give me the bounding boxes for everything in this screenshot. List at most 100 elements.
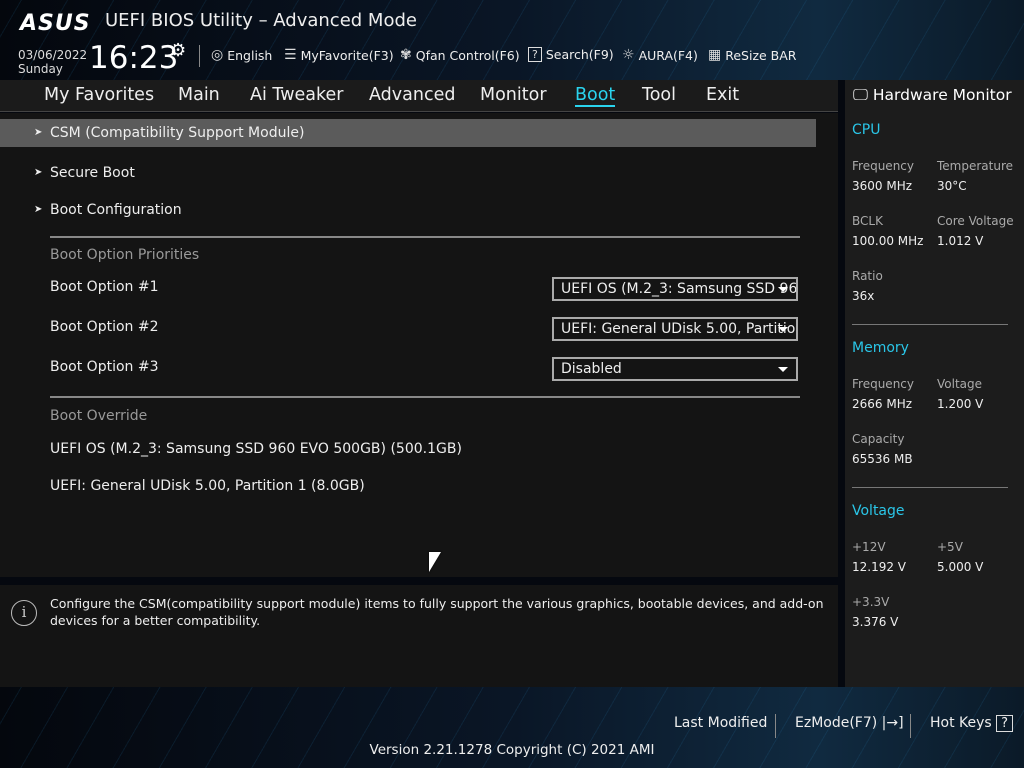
label: English [227, 47, 273, 63]
asus-logo: ASUS [20, 11, 91, 36]
memory-frequency: 2666 MHz [852, 397, 913, 411]
boot-override-item[interactable]: UEFI: General UDisk 5.00, Partition 1 (8… [50, 478, 365, 494]
search-button[interactable]: ? Search(F9) [528, 47, 614, 62]
cpu-core-voltage: 1.012 V [937, 234, 984, 248]
info-icon: i [11, 600, 37, 626]
hardware-monitor: 🖵 Hardware Monitor CPU Frequency Tempera… [845, 80, 1024, 687]
label: Hardware Monitor [872, 86, 1012, 104]
menu-boot-configuration[interactable]: ➤ Boot Configuration [0, 196, 816, 224]
aura-button[interactable]: ☼ AURA(F4) [622, 47, 698, 63]
label: Search(F9) [545, 47, 614, 62]
help-text: Configure the CSM(compatibility support … [50, 596, 824, 628]
memory-header: Memory [852, 340, 909, 356]
cpu-bclk: 100.00 MHz [852, 234, 924, 248]
cpu-temperature: 30°C [937, 179, 967, 193]
label: Capacity [852, 432, 905, 446]
label: MyFavorite(F3) [300, 47, 394, 63]
tab-main[interactable]: Main [178, 85, 220, 105]
arrow-right-icon: ➤ [34, 127, 43, 138]
divider [50, 236, 800, 238]
language-button[interactable]: ◎ English [211, 47, 272, 63]
day: Sunday [18, 62, 63, 76]
label: Frequency [852, 377, 914, 391]
cpu-frequency: 3600 MHz [852, 179, 913, 193]
boot-option-2-select[interactable]: UEFI: General UDisk 5.00, Partition 1 (8… [552, 317, 798, 341]
cpu-ratio: 36x [852, 289, 875, 303]
resize-bar-button[interactable]: ▦ ReSize BAR [708, 47, 797, 63]
tab-ai-tweaker[interactable]: Ai Tweaker [250, 85, 343, 105]
hardware-monitor-title: 🖵 Hardware Monitor [853, 86, 1012, 105]
divider [852, 324, 1008, 325]
resize-bar-icon: ▦ [708, 47, 722, 63]
myfavorite-button[interactable]: ☰ MyFavorite(F3) [284, 47, 394, 63]
memory-capacity: 65536 MB [852, 452, 913, 466]
label: Frequency [852, 159, 914, 173]
globe-icon: ◎ [211, 47, 224, 63]
value: Disabled [561, 361, 622, 377]
boot-option-1-select[interactable]: UEFI OS (M.2_3: Samsung SSD 960 EVO 500G… [552, 277, 798, 301]
label: EzMode(F7) [795, 715, 878, 731]
version-text: Version 2.21.1278 Copyright (C) 2021 AMI [369, 742, 655, 758]
boot-override-header: Boot Override [50, 408, 148, 424]
help-panel: i Configure the CSM(compatibility suppor… [0, 585, 838, 687]
aura-light-icon: ☼ [622, 47, 635, 63]
label: +5V [937, 540, 963, 554]
label: Ratio [852, 269, 883, 283]
date: 03/06/2022 [18, 48, 88, 62]
divider [199, 45, 200, 67]
boot-option-3-label: Boot Option #3 [50, 359, 159, 375]
label: Temperature [937, 159, 1014, 173]
divider [50, 396, 800, 398]
label: BCLK [852, 214, 883, 228]
ezmode-button[interactable]: EzMode(F7) |→] [795, 715, 904, 731]
menu-csm[interactable]: ➤ CSM (Compatibility Support Module) [0, 119, 816, 147]
tab-boot[interactable]: Boot [575, 85, 616, 107]
voltage-header: Voltage [852, 503, 905, 519]
boot-override-item[interactable]: UEFI OS (M.2_3: Samsung SSD 960 EVO 500G… [50, 441, 462, 457]
tab-exit[interactable]: Exit [706, 85, 739, 105]
boot-option-3-select[interactable]: Disabled [552, 357, 798, 381]
tab-my-favorites[interactable]: My Favorites [44, 85, 154, 105]
help-icon: ? [996, 715, 1014, 732]
boot-priorities-header: Boot Option Priorities [50, 247, 200, 263]
divider [852, 487, 1008, 488]
label: AURA(F4) [638, 47, 698, 63]
gear-icon[interactable]: ⚙ [170, 40, 186, 61]
search-help-icon: ? [528, 47, 542, 62]
qfan-control-button[interactable]: ✾ Qfan Control(F6) [400, 47, 520, 63]
cpu-header: CPU [852, 122, 881, 138]
label: Core Voltage [937, 214, 1014, 228]
hot-keys-button[interactable]: Hot Keys ? [930, 715, 1014, 732]
favorite-list-icon: ☰ [284, 47, 297, 63]
divider [775, 714, 776, 738]
voltage-3v3: 3.376 V [852, 615, 899, 629]
chevron-down-icon [778, 287, 788, 292]
label: Qfan Control(F6) [415, 47, 520, 63]
main-nav: My Favorites Main Ai Tweaker Advanced Mo… [0, 80, 838, 112]
tab-monitor[interactable]: Monitor [480, 85, 547, 105]
voltage-12v: 12.192 V [852, 560, 907, 574]
chevron-down-icon [778, 367, 788, 372]
value: UEFI: General UDisk 5.00, Partition 1 (8… [561, 321, 796, 337]
last-modified-button[interactable]: Last Modified [674, 715, 767, 731]
date-display: 03/06/2022 Sunday [18, 48, 87, 76]
divider [910, 714, 911, 738]
boot-option-2-label: Boot Option #2 [50, 319, 159, 335]
monitor-icon: 🖵 [853, 86, 868, 104]
menu-secure-boot[interactable]: ➤ Secure Boot [0, 159, 816, 187]
label: CSM (Compatibility Support Module) [50, 125, 305, 141]
value: UEFI OS (M.2_3: Samsung SSD 960 EVO 500G… [561, 281, 798, 297]
arrow-right-icon: ➤ [34, 167, 43, 178]
voltage-5v: 5.000 V [937, 560, 984, 574]
tab-advanced[interactable]: Advanced [369, 85, 455, 105]
mouse-cursor [429, 552, 441, 572]
boot-panel: ➤ CSM (Compatibility Support Module) ➤ Sec… [0, 113, 838, 577]
label: Hot Keys [930, 715, 992, 731]
label: Boot Configuration [50, 202, 182, 218]
app-title: UEFI BIOS Utility – Advanced Mode [105, 10, 417, 31]
boot-option-1-label: Boot Option #1 [50, 279, 159, 295]
tab-tool[interactable]: Tool [642, 85, 676, 105]
arrow-right-icon: ➤ [34, 204, 43, 215]
label: Secure Boot [50, 165, 135, 181]
label: +12V [852, 540, 886, 554]
